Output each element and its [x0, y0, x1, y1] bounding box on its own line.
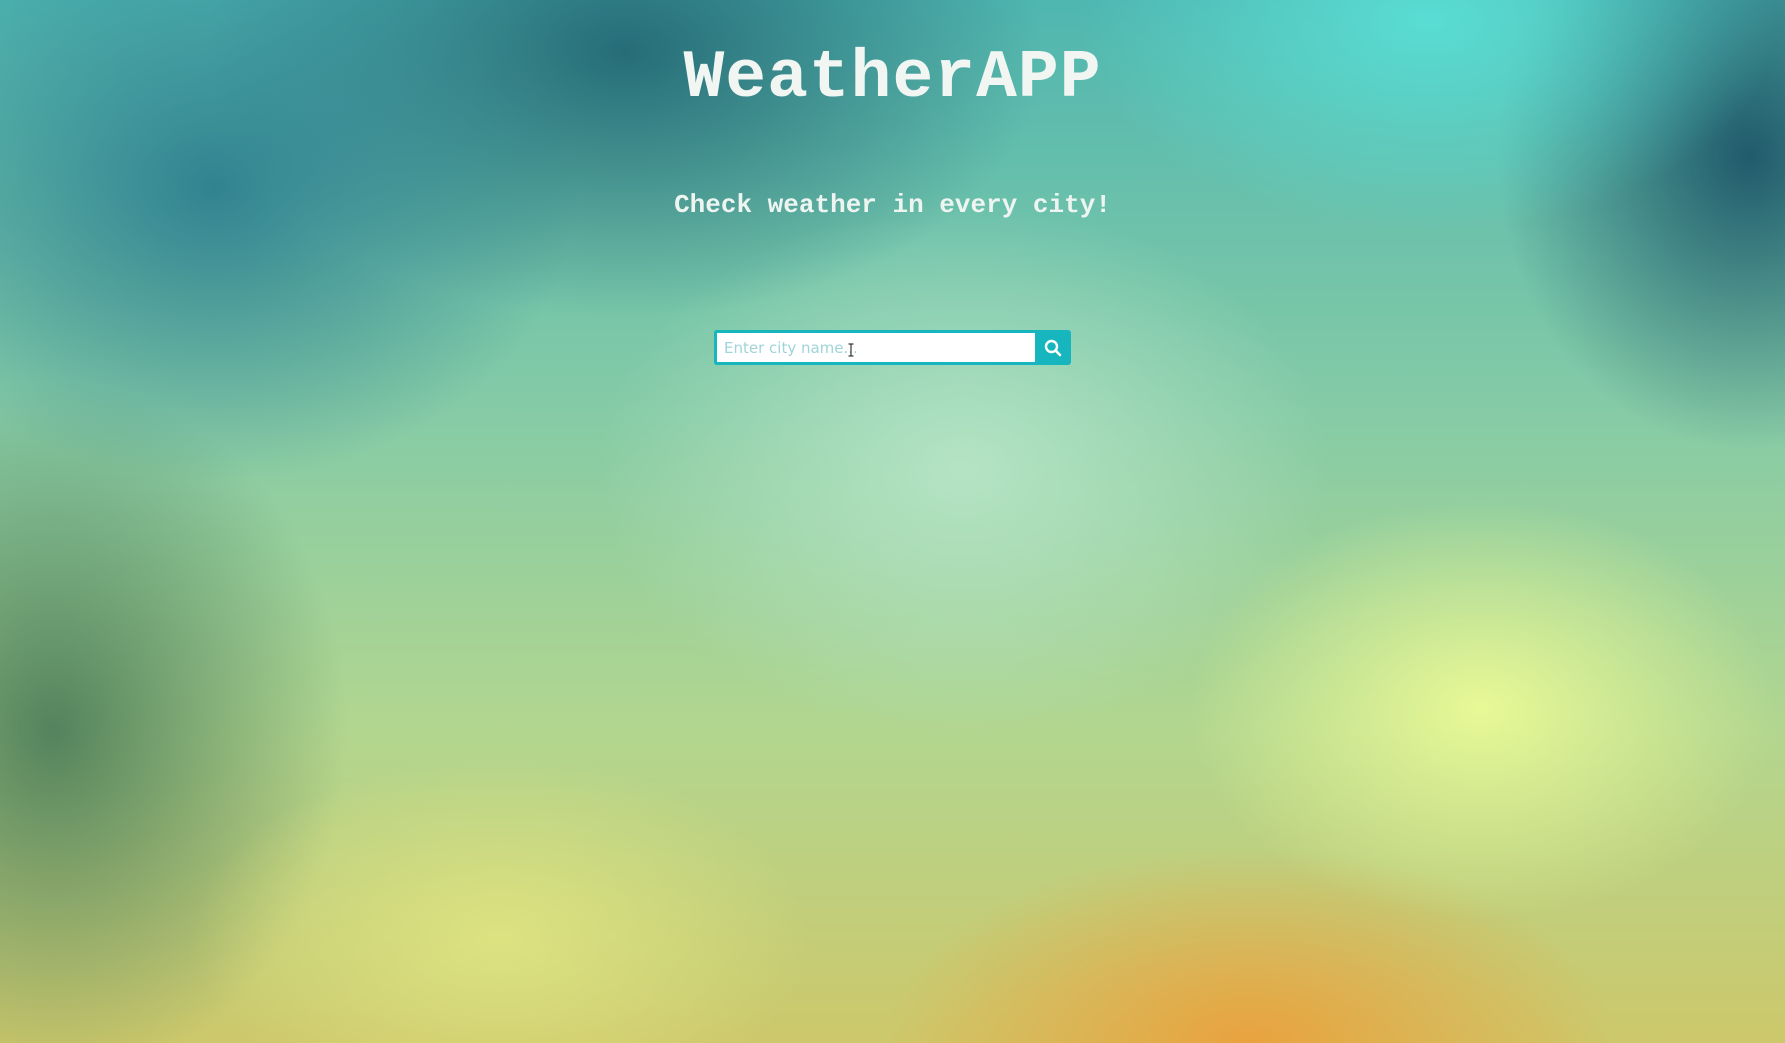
city-search-input[interactable]: [714, 330, 1035, 365]
search-icon: [1044, 339, 1062, 357]
app-title: WeatherAPP: [683, 40, 1102, 117]
search-button[interactable]: [1035, 330, 1071, 365]
app-tagline: Check weather in every city!: [674, 190, 1111, 220]
search-form: [714, 330, 1071, 365]
page: WeatherAPP Check weather in every city!: [0, 0, 1785, 1043]
